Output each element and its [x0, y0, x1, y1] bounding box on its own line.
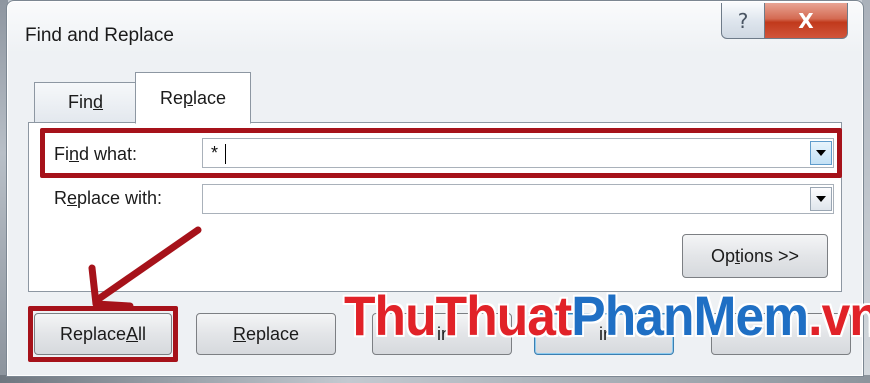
find-row-highlight — [40, 128, 842, 178]
watermark-part-3: .vn — [808, 284, 870, 347]
tab-find-label: Fin — [67, 92, 93, 112]
help-icon: ? — [737, 8, 749, 33]
replace-with-label: Replace with: — [54, 188, 162, 209]
options-label: Op — [710, 245, 735, 266]
tab-find-mnemonic: d — [93, 92, 104, 112]
replace-label-rest: place with: — [77, 188, 163, 208]
replace-all-label-rest: ll — [138, 323, 147, 344]
tab-find[interactable]: Fin d — [34, 82, 137, 122]
annotation-arrow-icon — [88, 226, 202, 310]
window-close-button[interactable]: X — [764, 3, 848, 39]
replace-all-mnemonic: A — [126, 323, 139, 344]
replace-with-combobox[interactable] — [202, 184, 834, 214]
chevron-down-icon — [816, 196, 826, 202]
options-button[interactable]: Op t ions >> — [682, 234, 828, 278]
replace-label-part: R — [54, 188, 67, 208]
replace-dropdown-button[interactable] — [810, 187, 832, 211]
options-label-rest: ions >> — [739, 245, 800, 266]
replace-button[interactable]: Replace — [196, 313, 336, 355]
watermark-part-2: PhanMem — [571, 284, 809, 347]
help-button[interactable]: ? — [721, 3, 765, 39]
tab-replace-mnemonic: p — [182, 87, 193, 108]
tab-replace-label: Re — [159, 87, 183, 108]
replace-mnemonic: R — [232, 323, 246, 344]
close-icon: X — [798, 8, 814, 33]
replace-label-rest: eplace — [245, 323, 300, 344]
dialog-title: Find and Replace — [25, 25, 174, 46]
replace-label-mnemonic: e — [67, 188, 78, 208]
tab-replace-label-rest: lace — [193, 87, 227, 108]
replace-all-label: Replace — [59, 323, 127, 344]
watermark-logo: ThuThuatPhanMem.vn — [344, 286, 870, 346]
watermark-part-1: ThuThuat — [344, 284, 572, 347]
tab-replace[interactable]: Re p lace — [135, 72, 251, 124]
